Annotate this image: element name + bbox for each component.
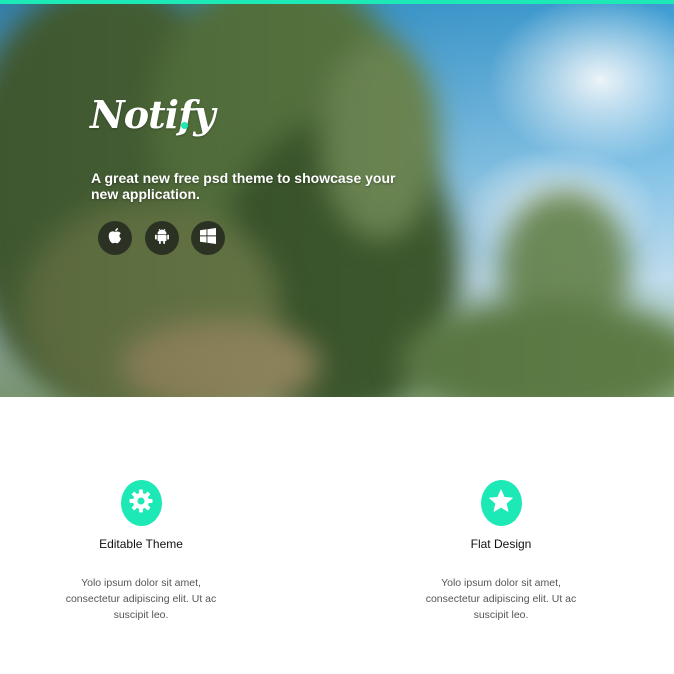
feature-description: Yolo ipsum dolor sit amet, consectetur a… [425,577,577,621]
gear-icon [128,488,154,519]
apple-store-button[interactable] [98,221,132,255]
feature-flat-design: Flat Design Yolo ipsum dolor sit amet, c… [401,480,601,623]
feature-icon-circle [120,480,162,526]
top-accent-bar [0,0,674,4]
apple-icon [107,227,123,250]
feature-description: Yolo ipsum dolor sit amet, consectetur a… [65,577,217,621]
logo[interactable]: Notify [90,92,215,137]
hero-tagline: A great new free psd theme to showcase y… [91,170,396,202]
star-icon [488,488,514,519]
windows-icon [199,227,217,250]
logo-dot [181,122,188,129]
feature-icon-circle [480,480,522,526]
hero-banner: Notify A great new free psd theme to sho… [0,0,674,397]
feature-title: Flat Design [470,537,532,551]
windows-store-button[interactable] [191,221,225,255]
android-store-button[interactable] [145,221,179,255]
android-icon [154,227,170,250]
feature-editable-theme: Editable Theme Yolo ipsum dolor sit amet… [41,480,241,623]
feature-title: Editable Theme [99,537,183,551]
